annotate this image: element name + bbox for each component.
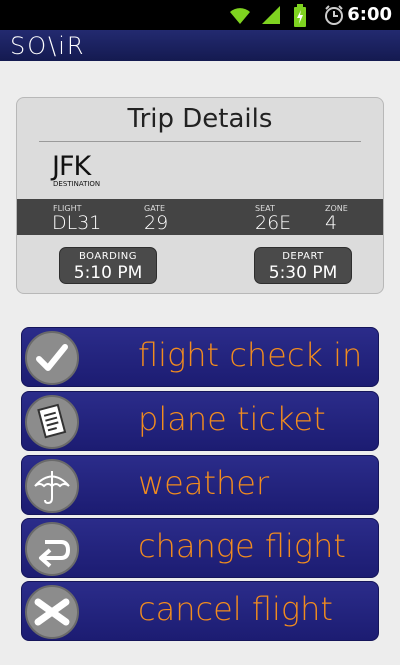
trip-details-card: Trip Details JFK DESTINATION FLIGHT DL31… [16, 97, 384, 294]
zone-value: 4 [325, 212, 338, 234]
cancel-x-icon [34, 598, 70, 626]
status-bar: 6:00 [0, 0, 400, 30]
menu-label: change flight [138, 527, 346, 565]
depart-time: 5:30 PM [268, 263, 338, 283]
signal-icon [262, 6, 280, 24]
depart-time-badge: DEPART 5:30 PM [254, 247, 352, 284]
change-flight-button[interactable]: change flight [21, 518, 379, 578]
menu-label: flight check in [138, 336, 363, 374]
flight-check-in-button[interactable]: flight check in [21, 327, 379, 387]
clock-time: 6:00 [347, 4, 392, 25]
boarding-label: BOARDING [78, 251, 138, 262]
destination-label: DESTINATION [53, 180, 101, 188]
title-divider [39, 141, 361, 142]
flight-info-strip: FLIGHT DL31 GATE 29 SEAT 26E ZONE 4 [17, 199, 383, 235]
wifi-icon [230, 8, 250, 24]
app-header: SO\iR [0, 30, 400, 61]
boarding-time-badge: BOARDING 5:10 PM [59, 247, 157, 284]
menu-label: cancel flight [138, 590, 333, 628]
umbrella-icon [34, 471, 70, 505]
depart-label: DEPART [282, 251, 324, 262]
battery-charging-icon [294, 4, 306, 27]
gate-value: 29 [144, 212, 169, 234]
flight-value: DL31 [52, 212, 102, 234]
weather-button[interactable]: weather [21, 455, 379, 515]
boarding-time: 5:10 PM [73, 263, 143, 283]
cancel-flight-button[interactable]: cancel flight [21, 581, 379, 641]
checkmark-icon [36, 344, 68, 371]
ticket-icon [37, 403, 67, 439]
alarm-icon [325, 5, 343, 25]
seat-value: 26E [255, 212, 292, 234]
app-logo: SO\iR [10, 32, 86, 60]
menu-label: weather [138, 464, 270, 502]
destination-code: JFK [52, 151, 91, 182]
menu-label: plane ticket [138, 400, 326, 438]
card-title: Trip Details [127, 104, 273, 134]
return-arrow-icon [39, 540, 71, 568]
plane-ticket-button[interactable]: plane ticket [21, 391, 379, 451]
